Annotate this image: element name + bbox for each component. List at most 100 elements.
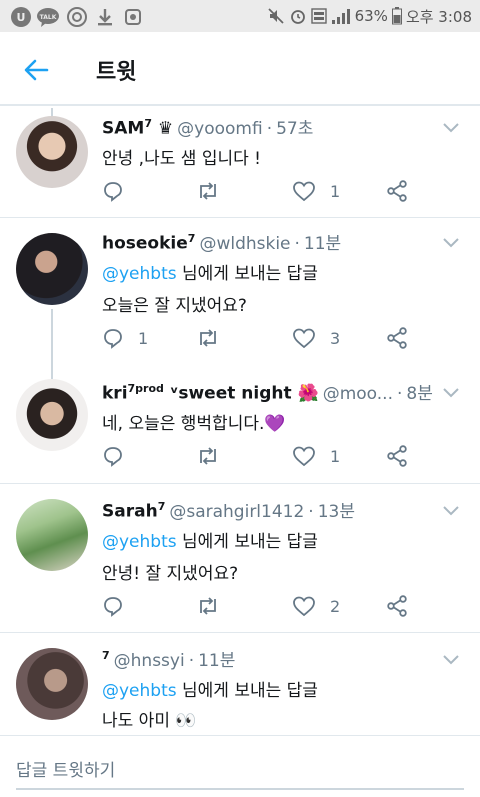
retweet-button[interactable] [196,443,220,469]
chevron-down-icon[interactable] [442,387,460,399]
retweet-button[interactable] [196,325,220,351]
reply-icon [104,447,122,467]
app-header: 트윗 [0,32,480,106]
replying-to: @yehbts 님에게 보내는 답글 [102,532,318,552]
tweet-kri[interactable]: kri7prod ᵛsweet night 🌺 @moo... · 8분 네, … [0,367,480,484]
input-underline [16,788,464,790]
kakao-label: TALK [40,14,57,21]
author-handle[interactable]: @yooomfi [177,119,263,139]
reply-composer: 답글 트윗하기 [0,735,480,797]
like-button[interactable]: 2 [292,593,340,619]
chevron-down-icon[interactable] [442,505,460,517]
tweet-header: 7 @hnssyi · 11분 [102,646,235,671]
retweet-button[interactable] [196,178,220,204]
status-bar: U TALK 63% 오후 3:08 [0,0,480,32]
timestamp: 8분 [406,384,433,404]
author-name[interactable]: Sarah7 [102,500,165,522]
retweet-icon [200,597,216,615]
reply-icon [104,597,122,617]
u-plus-icon: U [10,6,32,28]
like-count: 1 [330,181,341,201]
avatar[interactable] [16,379,88,451]
avatar[interactable] [16,233,88,305]
reply-input[interactable]: 답글 트윗하기 [16,756,115,781]
like-button[interactable]: 1 [292,178,340,204]
svg-text:U: U [17,11,26,24]
replying-to: @yehbts 님에게 보내는 답글 [102,681,318,701]
tweet-header: hoseokie7 @wldhskie · 11분 [102,229,341,254]
tweet-header: kri7prod ᵛsweet night 🌺 @moo... · 8분 [102,379,433,404]
mention-link[interactable]: @yehbts [102,264,177,284]
reply-button[interactable] [102,178,124,204]
retweet-icon [200,182,216,200]
share-button[interactable] [386,443,408,469]
tweet-actions: 1 [102,178,432,204]
tweet-text: 안녕! 잘 지냈어요? [102,564,239,584]
author-handle[interactable]: @hnssyi [114,651,185,671]
battery-icon [391,7,402,25]
tweet-sam[interactable]: SAM7 ♛ @yooomfi · 57초 안녕 ,나도 샘 입니다 ! 1 [0,108,480,218]
like-count: 1 [330,446,341,466]
lte-icon [310,8,327,24]
chevron-down-icon[interactable] [442,122,460,134]
tweet-actions: 1 [102,443,432,469]
share-icon [387,327,407,349]
chevron-down-icon[interactable] [442,654,460,666]
like-count: 3 [330,328,341,348]
mention-link[interactable]: @yehbts [102,681,177,701]
share-icon [387,180,407,202]
tweet-text: 나도 아미 👀 [102,711,197,731]
author-name[interactable]: kri7prod ᵛsweet night 🌺 [102,382,319,404]
author-name[interactable]: 7 [102,649,110,671]
tweet-text: 네, 오늘은 행벅합니다.💜 [102,414,286,434]
like-button[interactable]: 1 [292,443,340,469]
reply-button[interactable] [102,443,124,469]
replying-to: @yehbts 님에게 보내는 답글 [102,264,318,284]
like-button[interactable]: 3 [292,325,340,351]
share-button[interactable] [386,593,408,619]
retweet-button[interactable] [196,593,220,619]
share-button[interactable] [386,178,408,204]
kakaotalk-icon: TALK [36,6,60,28]
avatar[interactable] [16,116,88,188]
avatar[interactable] [16,499,88,571]
heart-icon [293,328,315,349]
tweet-text: 안녕 ,나도 샘 입니다 ! [102,149,261,169]
tweet-hoseokie[interactable]: hoseokie7 @wldhskie · 11분 @yehbts 님에게 보내… [0,219,480,367]
author-handle[interactable]: @moo... [323,384,393,404]
thread-line [51,309,53,367]
share-button[interactable] [386,325,408,351]
tweet-header: SAM7 ♛ @yooomfi · 57초 [102,114,313,139]
author-handle[interactable]: @wldhskie [199,234,290,254]
retweet-icon [200,329,216,347]
mention-link[interactable]: @yehbts [102,532,177,552]
alarm-icon [290,10,305,24]
timestamp: 13분 [317,502,355,522]
reply-button[interactable]: 1 [102,325,148,351]
timestamp: 11분 [303,234,342,254]
arrow-left-icon [24,59,49,81]
reply-icon [104,182,122,202]
heart-icon [293,446,315,467]
author-name[interactable]: hoseokie7 [102,232,195,254]
tweet-sarah[interactable]: Sarah7 @sarahgirl1412 · 13분 @yehbts 님에게 … [0,485,480,633]
mute-icon [267,8,284,24]
back-button[interactable] [18,52,54,88]
share-icon [387,445,407,467]
at-sign-icon [66,6,88,28]
battery-percent: 63% [354,7,388,25]
thread-line [51,367,53,379]
like-count: 2 [330,596,341,616]
timestamp: 57초 [276,119,314,139]
reply-count: 1 [138,328,149,348]
chevron-down-icon[interactable] [442,237,460,249]
author-name[interactable]: SAM7 ♛ [102,117,173,139]
tweet-hnssyi[interactable]: 7 @hnssyi · 11분 @yehbts 님에게 보내는 답글 나도 아미… [0,634,480,734]
heart-icon [293,596,315,617]
status-right: 63% 오후 3:08 [267,0,472,32]
author-handle[interactable]: @sarahgirl1412 [169,502,304,522]
signal-icon [331,9,350,24]
timestamp: 11분 [198,651,236,671]
reply-button[interactable] [102,593,124,619]
avatar[interactable] [16,648,88,720]
